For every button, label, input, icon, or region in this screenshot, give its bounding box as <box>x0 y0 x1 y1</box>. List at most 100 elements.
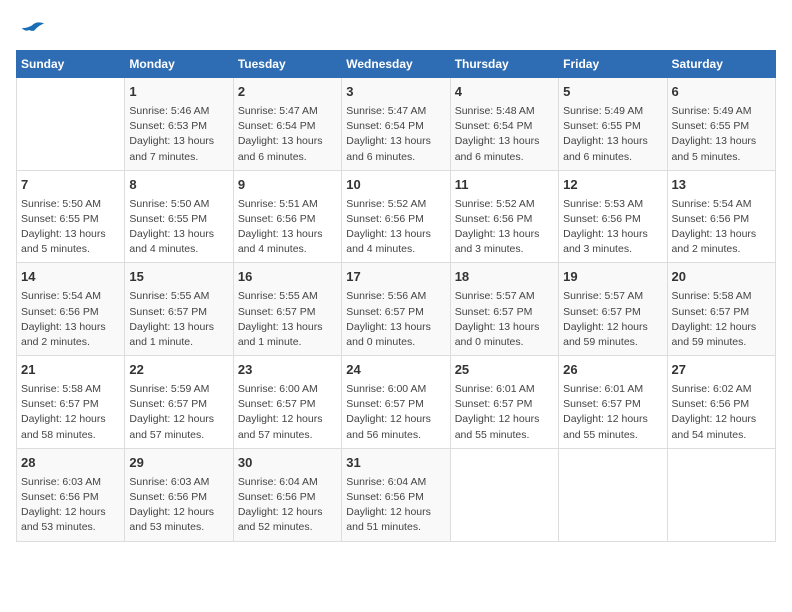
day-info: Sunrise: 5:49 AMSunset: 6:55 PMDaylight:… <box>672 104 771 165</box>
page-header <box>16 16 776 40</box>
logo-bird-icon <box>18 16 46 44</box>
day-info: Sunrise: 6:01 AMSunset: 6:57 PMDaylight:… <box>563 382 662 443</box>
day-number: 21 <box>21 361 120 380</box>
day-number: 7 <box>21 176 120 195</box>
calendar-cell <box>559 448 667 541</box>
calendar-cell <box>17 78 125 171</box>
day-info: Sunrise: 6:01 AMSunset: 6:57 PMDaylight:… <box>455 382 554 443</box>
day-number: 1 <box>129 83 228 102</box>
day-info: Sunrise: 6:03 AMSunset: 6:56 PMDaylight:… <box>21 475 120 536</box>
day-number: 27 <box>672 361 771 380</box>
day-info: Sunrise: 5:52 AMSunset: 6:56 PMDaylight:… <box>346 197 445 258</box>
weekday-header-monday: Monday <box>125 51 233 78</box>
day-number: 11 <box>455 176 554 195</box>
day-info: Sunrise: 5:54 AMSunset: 6:56 PMDaylight:… <box>672 197 771 258</box>
day-number: 9 <box>238 176 337 195</box>
day-number: 10 <box>346 176 445 195</box>
day-number: 14 <box>21 268 120 287</box>
day-info: Sunrise: 6:00 AMSunset: 6:57 PMDaylight:… <box>346 382 445 443</box>
calendar-cell: 18Sunrise: 5:57 AMSunset: 6:57 PMDayligh… <box>450 263 558 356</box>
calendar-cell: 7 Sunrise: 5:50 AMSunset: 6:55 PMDaylight… <box>17 170 125 263</box>
day-info: Sunrise: 6:03 AMSunset: 6:56 PMDaylight:… <box>129 475 228 536</box>
calendar-cell: 12 Sunrise: 5:53 AMSunset: 6:56 PMDayligh… <box>559 170 667 263</box>
day-number: 6 <box>672 83 771 102</box>
calendar-cell: 17 Sunrise: 5:56 AMSunset: 6:57 PMDayligh… <box>342 263 450 356</box>
weekday-header-tuesday: Tuesday <box>233 51 341 78</box>
weekday-header-wednesday: Wednesday <box>342 51 450 78</box>
calendar-cell: 31 Sunrise: 6:04 AMSunset: 6:56 PMDayligh… <box>342 448 450 541</box>
calendar-cell: 20 Sunrise: 5:58 AMSunset: 6:57 PMDayligh… <box>667 263 775 356</box>
week-row-3: 14Sunrise: 5:54 AMSunset: 6:56 PMDayligh… <box>17 263 776 356</box>
day-number: 24 <box>346 361 445 380</box>
calendar-cell: 11 Sunrise: 5:52 AMSunset: 6:56 PMDayligh… <box>450 170 558 263</box>
calendar-cell: 13 Sunrise: 5:54 AMSunset: 6:56 PMDayligh… <box>667 170 775 263</box>
day-number: 13 <box>672 176 771 195</box>
day-info: Sunrise: 5:58 AMSunset: 6:57 PMDaylight:… <box>21 382 120 443</box>
day-number: 28 <box>21 454 120 473</box>
day-number: 12 <box>563 176 662 195</box>
day-number: 23 <box>238 361 337 380</box>
day-number: 5 <box>563 83 662 102</box>
logo <box>16 16 46 40</box>
day-info: Sunrise: 5:55 AMSunset: 6:57 PMDaylight:… <box>238 289 337 350</box>
day-number: 22 <box>129 361 228 380</box>
calendar-cell: 30Sunrise: 6:04 AMSunset: 6:56 PMDayligh… <box>233 448 341 541</box>
calendar-cell: 10 Sunrise: 5:52 AMSunset: 6:56 PMDayligh… <box>342 170 450 263</box>
calendar-cell: 9 Sunrise: 5:51 AMSunset: 6:56 PMDaylight… <box>233 170 341 263</box>
day-info: Sunrise: 6:02 AMSunset: 6:56 PMDaylight:… <box>672 382 771 443</box>
calendar-cell: 28 Sunrise: 6:03 AMSunset: 6:56 PMDayligh… <box>17 448 125 541</box>
calendar-cell: 3 Sunrise: 5:47 AMSunset: 6:54 PMDaylight… <box>342 78 450 171</box>
day-info: Sunrise: 5:56 AMSunset: 6:57 PMDaylight:… <box>346 289 445 350</box>
day-number: 30 <box>238 454 337 473</box>
day-info: Sunrise: 5:57 AMSunset: 6:57 PMDaylight:… <box>563 289 662 350</box>
day-info: Sunrise: 5:48 AMSunset: 6:54 PMDaylight:… <box>455 104 554 165</box>
day-number: 17 <box>346 268 445 287</box>
day-info: Sunrise: 5:55 AMSunset: 6:57 PMDaylight:… <box>129 289 228 350</box>
day-info: Sunrise: 5:47 AMSunset: 6:54 PMDaylight:… <box>346 104 445 165</box>
day-number: 2 <box>238 83 337 102</box>
day-number: 8 <box>129 176 228 195</box>
day-info: Sunrise: 5:51 AMSunset: 6:56 PMDaylight:… <box>238 197 337 258</box>
day-info: Sunrise: 5:50 AMSunset: 6:55 PMDaylight:… <box>21 197 120 258</box>
day-info: Sunrise: 5:50 AMSunset: 6:55 PMDaylight:… <box>129 197 228 258</box>
day-number: 16 <box>238 268 337 287</box>
weekday-header-saturday: Saturday <box>667 51 775 78</box>
day-number: 3 <box>346 83 445 102</box>
week-row-1: 1Sunrise: 5:46 AMSunset: 6:53 PMDaylight… <box>17 78 776 171</box>
day-number: 26 <box>563 361 662 380</box>
day-info: Sunrise: 5:49 AMSunset: 6:55 PMDaylight:… <box>563 104 662 165</box>
week-row-4: 21 Sunrise: 5:58 AMSunset: 6:57 PMDayligh… <box>17 356 776 449</box>
calendar-cell <box>667 448 775 541</box>
calendar-cell: 2 Sunrise: 5:47 AMSunset: 6:54 PMDaylight… <box>233 78 341 171</box>
day-number: 19 <box>563 268 662 287</box>
day-number: 29 <box>129 454 228 473</box>
calendar-cell: 16 Sunrise: 5:55 AMSunset: 6:57 PMDayligh… <box>233 263 341 356</box>
weekday-header-friday: Friday <box>559 51 667 78</box>
calendar-cell: 23Sunrise: 6:00 AMSunset: 6:57 PMDayligh… <box>233 356 341 449</box>
calendar-cell: 22 Sunrise: 5:59 AMSunset: 6:57 PMDayligh… <box>125 356 233 449</box>
day-info: Sunrise: 5:47 AMSunset: 6:54 PMDaylight:… <box>238 104 337 165</box>
weekday-header-sunday: Sunday <box>17 51 125 78</box>
day-number: 20 <box>672 268 771 287</box>
day-number: 31 <box>346 454 445 473</box>
calendar-cell: 24 Sunrise: 6:00 AMSunset: 6:57 PMDayligh… <box>342 356 450 449</box>
calendar-cell: 15 Sunrise: 5:55 AMSunset: 6:57 PMDayligh… <box>125 263 233 356</box>
day-number: 18 <box>455 268 554 287</box>
calendar-cell: 5 Sunrise: 5:49 AMSunset: 6:55 PMDaylight… <box>559 78 667 171</box>
weekday-header-thursday: Thursday <box>450 51 558 78</box>
calendar-cell: 25Sunrise: 6:01 AMSunset: 6:57 PMDayligh… <box>450 356 558 449</box>
weekday-header-row: SundayMondayTuesdayWednesdayThursdayFrid… <box>17 51 776 78</box>
calendar-cell: 4Sunrise: 5:48 AMSunset: 6:54 PMDaylight… <box>450 78 558 171</box>
day-info: Sunrise: 5:59 AMSunset: 6:57 PMDaylight:… <box>129 382 228 443</box>
calendar-cell: 6 Sunrise: 5:49 AMSunset: 6:55 PMDaylight… <box>667 78 775 171</box>
calendar-cell <box>450 448 558 541</box>
day-info: Sunrise: 5:58 AMSunset: 6:57 PMDaylight:… <box>672 289 771 350</box>
day-number: 15 <box>129 268 228 287</box>
calendar-cell: 26 Sunrise: 6:01 AMSunset: 6:57 PMDayligh… <box>559 356 667 449</box>
day-info: Sunrise: 5:52 AMSunset: 6:56 PMDaylight:… <box>455 197 554 258</box>
calendar-cell: 29 Sunrise: 6:03 AMSunset: 6:56 PMDayligh… <box>125 448 233 541</box>
calendar-cell: 21 Sunrise: 5:58 AMSunset: 6:57 PMDayligh… <box>17 356 125 449</box>
day-info: Sunrise: 6:04 AMSunset: 6:56 PMDaylight:… <box>346 475 445 536</box>
calendar-cell: 14Sunrise: 5:54 AMSunset: 6:56 PMDayligh… <box>17 263 125 356</box>
day-info: Sunrise: 5:53 AMSunset: 6:56 PMDaylight:… <box>563 197 662 258</box>
